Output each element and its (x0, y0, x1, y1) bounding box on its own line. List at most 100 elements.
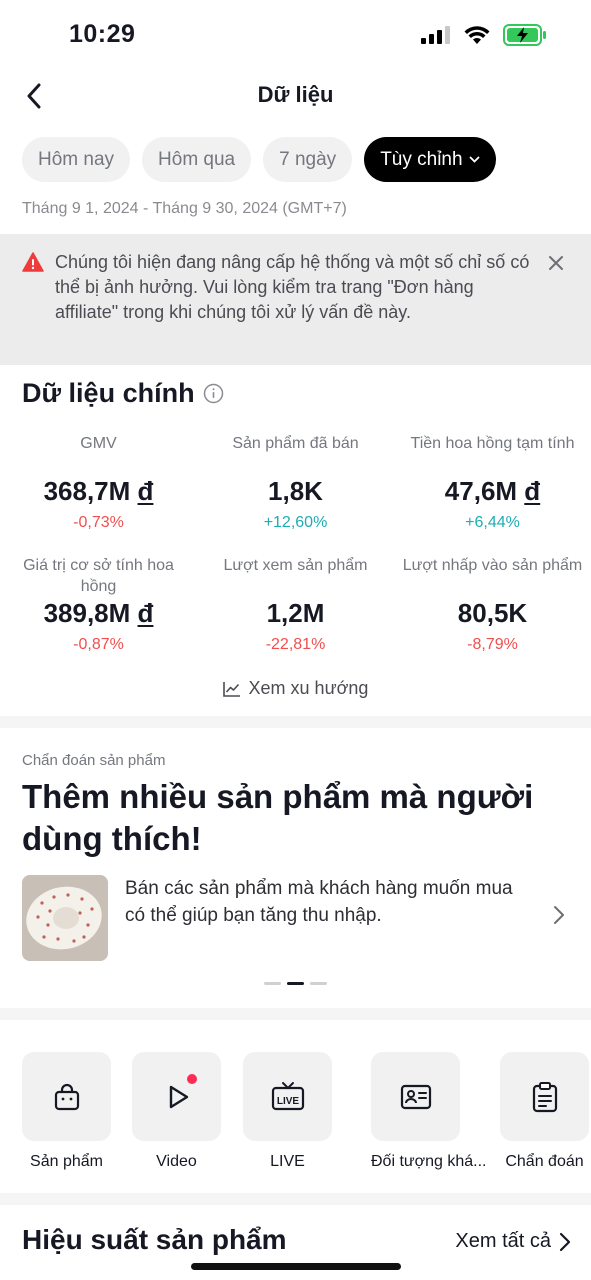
chevron-right-icon (554, 906, 564, 924)
metric-value: 80,5K (394, 597, 591, 629)
metric-number: 1,2M (266, 598, 325, 628)
metric-change: -0,73% (73, 514, 124, 531)
chip-label: 7 ngày (279, 148, 337, 170)
metric-change: +12,60% (263, 514, 328, 531)
metric-product-views[interactable]: Lượt xem sản phẩm 1,2M -22,81% (197, 555, 394, 657)
diagnosis-title: Thêm nhiều sản phẩm mà người dùng thích! (22, 778, 534, 857)
metric-label: GMV (80, 435, 117, 452)
section-divider (0, 1193, 591, 1205)
warning-icon (22, 252, 44, 272)
warning-banner: Chúng tôi hiện đang nâng cấp hệ thống và… (0, 234, 591, 365)
view-trend-label: Xem xu hướng (248, 678, 369, 698)
shortcut-tile: LIVE (243, 1052, 332, 1141)
section-divider (0, 1008, 591, 1020)
close-icon (549, 256, 563, 270)
shortcut-products[interactable]: Sản phẩm (22, 1052, 111, 1171)
metric-value: 47,6M đ (394, 475, 591, 507)
chip-label: Hôm qua (158, 148, 236, 170)
metric-change: -22,81% (265, 636, 326, 653)
shortcut-audience[interactable]: Đối tượng khá... (371, 1052, 486, 1171)
metric-value: 1,8K (197, 475, 394, 507)
shortcut-tile (500, 1052, 589, 1141)
shortcut-tile (22, 1052, 111, 1141)
cellular-signal-icon (421, 26, 450, 44)
pager-dot-active[interactable] (287, 982, 304, 985)
view-trend-link[interactable]: Xem xu hướng (0, 678, 591, 699)
date-filter-chips: Hôm nay Hôm qua 7 ngày Tùy chỉnh (22, 137, 496, 182)
shortcut-diagnosis[interactable]: Chẩn đoán (500, 1052, 589, 1171)
wifi-icon (464, 25, 490, 44)
metric-number: 47,6M (444, 476, 518, 506)
top-nav: Dữ liệu (0, 70, 591, 122)
section-divider (0, 716, 591, 728)
chip-today[interactable]: Hôm nay (22, 137, 131, 182)
battery-charging-icon (503, 24, 546, 46)
metric-product-clicks[interactable]: Lượt nhấp vào sản phẩm 80,5K -8,79% (394, 555, 591, 657)
shortcut-label: Chẩn đoán (505, 1153, 584, 1170)
diagnosis-kicker: Chẩn đoán sản phẩm (22, 752, 166, 769)
shortcut-label: Sản phẩm (30, 1153, 103, 1170)
chevron-down-icon (469, 156, 479, 163)
carousel-pager (0, 982, 591, 985)
id-card-icon (400, 1084, 431, 1109)
pager-dot[interactable] (264, 982, 281, 985)
shortcut-label: Video (156, 1153, 197, 1170)
metric-label: Sản phẩm đã bán (232, 435, 359, 452)
notification-dot (187, 1074, 197, 1084)
metric-products-sold[interactable]: Sản phẩm đã bán 1,8K +12,60% (197, 433, 394, 535)
trend-chart-icon (222, 681, 240, 697)
product-thumbnail[interactable] (22, 875, 108, 961)
metric-number: 368,7M (43, 476, 131, 506)
shortcut-tile (132, 1052, 221, 1141)
warning-text: Chúng tôi hiện đang nâng cấp hệ thống và… (55, 252, 530, 322)
currency-symbol: đ (137, 476, 154, 506)
pager-dot[interactable] (310, 982, 327, 985)
metric-estimated-commission[interactable]: Tiền hoa hồng tạm tính 47,6M đ +6,44% (394, 433, 591, 535)
chevron-right-icon (559, 1232, 571, 1251)
currency-symbol: đ (137, 598, 154, 628)
metric-change: -8,79% (467, 636, 518, 653)
metric-value: 1,2M (197, 597, 394, 629)
svg-text:LIVE: LIVE (276, 1096, 299, 1107)
metric-number: 1,8K (268, 476, 323, 506)
live-tv-icon: LIVE (271, 1081, 304, 1110)
chip-label: Tùy chỉnh (380, 148, 463, 170)
date-range-text: Tháng 9 1, 2024 - Tháng 9 30, 2024 (GMT+… (22, 200, 347, 217)
view-all-label: Xem tất cả (455, 1230, 551, 1252)
metric-label: Lượt nhấp vào sản phẩm (402, 557, 583, 574)
info-icon[interactable] (203, 383, 224, 404)
close-warning-button[interactable] (543, 250, 569, 276)
metric-label: Giá trị cơ sở tính hoa hồng (23, 557, 174, 595)
metric-number: 389,8M (43, 598, 131, 628)
chip-7-days[interactable]: 7 ngày (263, 137, 353, 182)
product-performance-title: Hiệu suất sản phẩm (22, 1224, 287, 1255)
metric-change: +6,44% (465, 514, 520, 531)
diagnosis-next-button[interactable] (553, 905, 565, 930)
shopping-bag-icon (54, 1083, 79, 1110)
section-title-text: Dữ liệu chính (22, 378, 195, 408)
metric-commission-base[interactable]: Giá trị cơ sở tính hoa hồng 389,8M đ -0,… (0, 555, 197, 657)
shortcut-label: LIVE (270, 1153, 305, 1170)
metric-label: Tiền hoa hồng tạm tính (410, 435, 575, 452)
status-bar: 10:29 (0, 0, 591, 70)
page-title: Dữ liệu (257, 82, 334, 107)
metric-change: -0,87% (73, 636, 124, 653)
view-all-button[interactable]: Xem tất cả (455, 1230, 571, 1253)
home-indicator[interactable] (191, 1263, 401, 1270)
metric-label: Lượt xem sản phẩm (223, 557, 368, 574)
shortcut-label: Đối tượng khá... (371, 1153, 487, 1170)
chip-yesterday[interactable]: Hôm qua (142, 137, 252, 182)
currency-symbol: đ (524, 476, 541, 506)
metric-gmv[interactable]: GMV 368,7M đ -0,73% (0, 433, 197, 535)
shortcut-video[interactable]: Video (132, 1052, 221, 1171)
metric-number: 80,5K (457, 598, 528, 628)
metric-value: 389,8M đ (0, 597, 197, 629)
shortcut-live[interactable]: LIVE LIVE (243, 1052, 332, 1171)
metric-value: 368,7M đ (0, 475, 197, 507)
shortcut-row: Sản phẩm Video LIVE LIVE Đối tượng khá..… (22, 1052, 591, 1182)
play-icon (169, 1085, 188, 1108)
chip-custom[interactable]: Tùy chỉnh (364, 137, 496, 182)
diagnosis-description: Bán các sản phẩm mà khách hàng muốn mua … (125, 878, 513, 926)
shortcut-tile (371, 1052, 460, 1141)
chip-label: Hôm nay (38, 148, 115, 170)
